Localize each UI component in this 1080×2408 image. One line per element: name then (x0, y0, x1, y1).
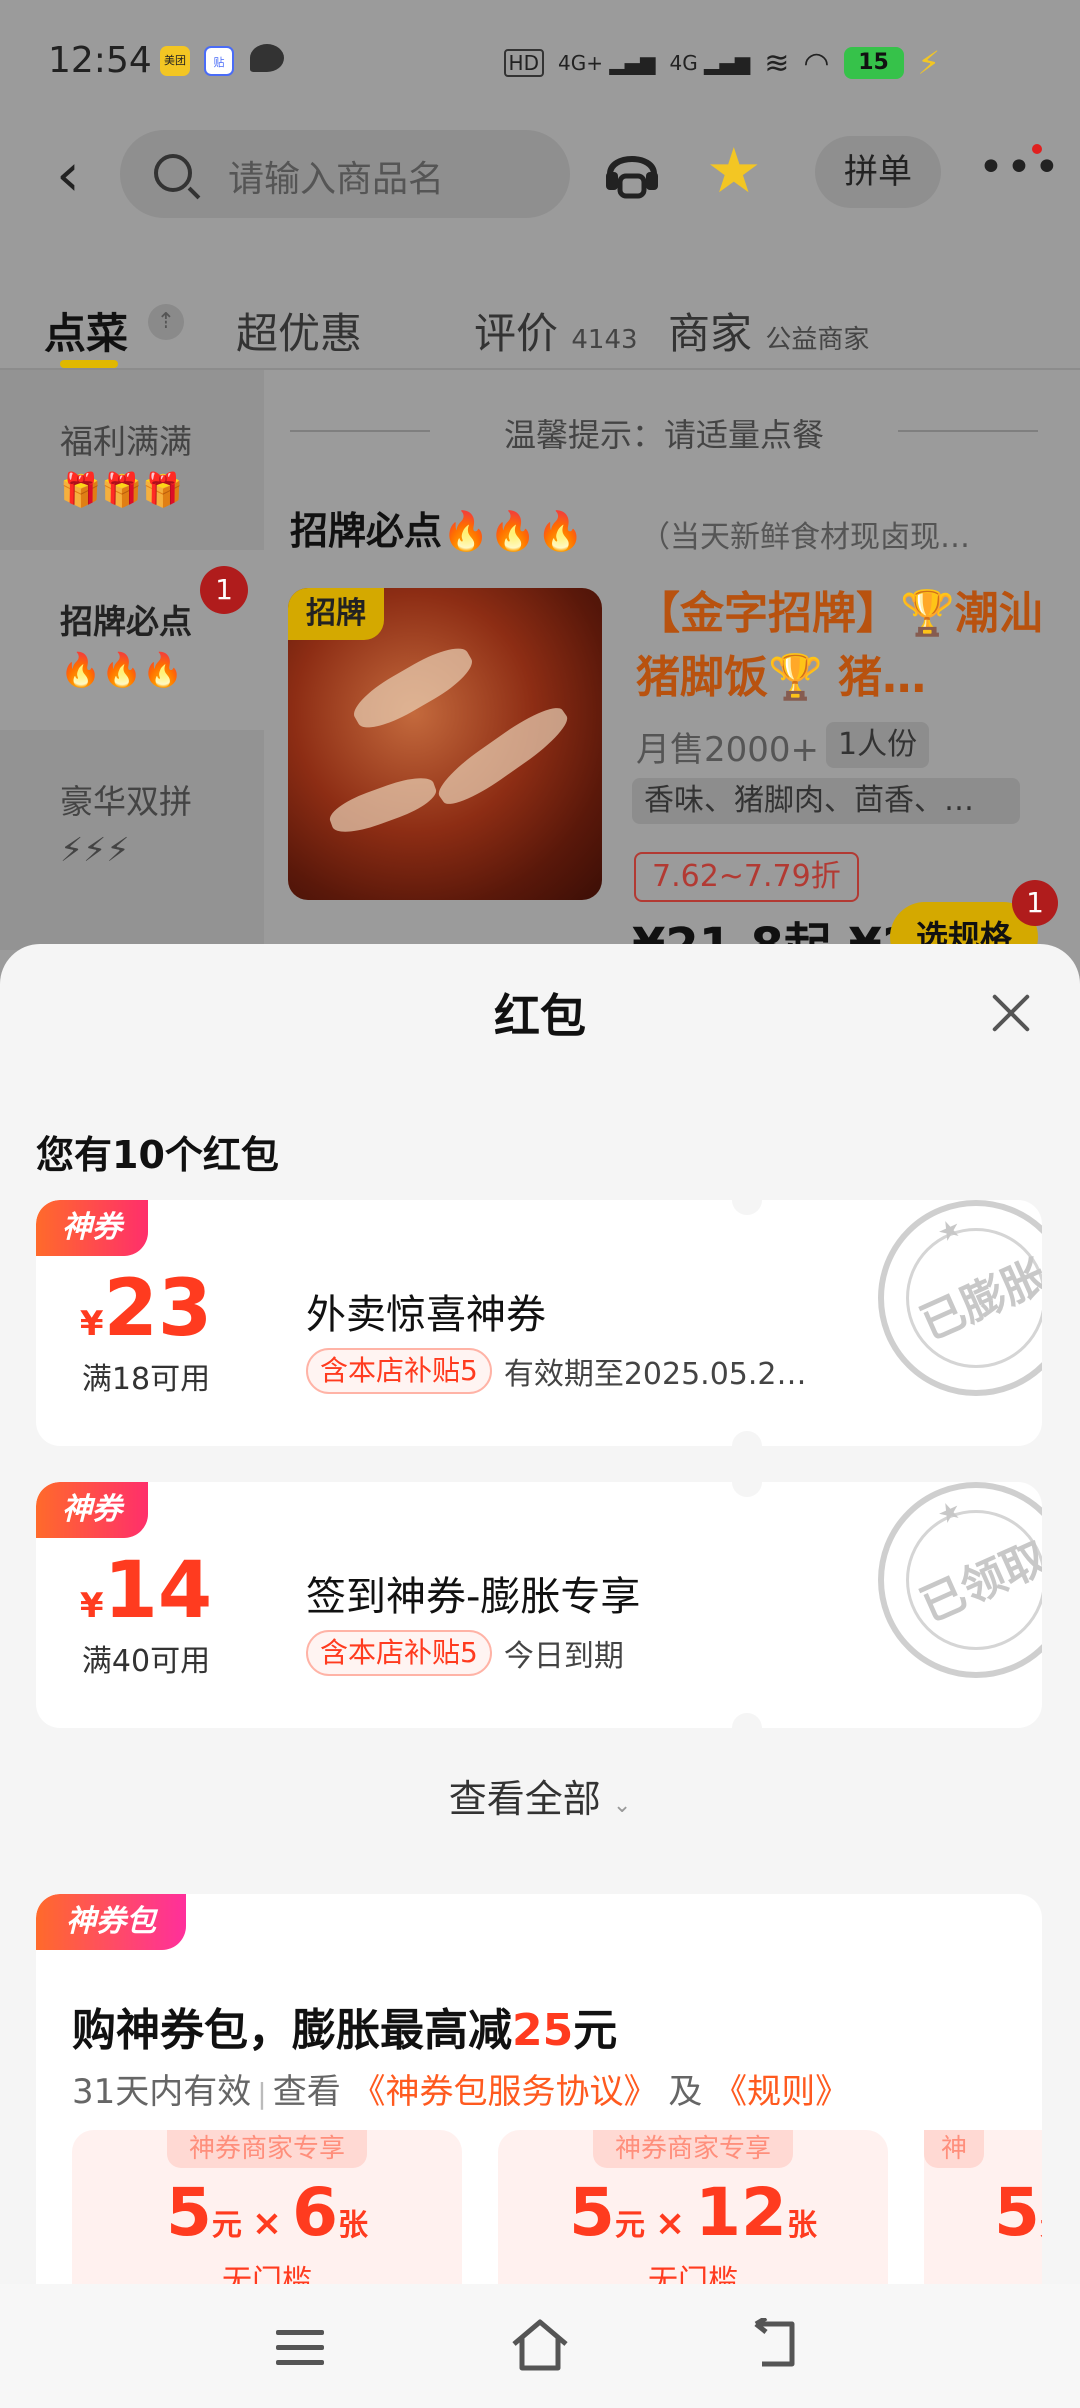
package-subtitle: 31天内有效 | 查看 《神券包服务协议》 及 《规则》 (72, 2072, 850, 2112)
notification-dot (1032, 144, 1042, 154)
coupon-condition: 满40可用 (81, 1644, 211, 1679)
home-icon[interactable] (508, 2314, 572, 2374)
serving-size: 1人份 (826, 722, 930, 768)
review-count: 4143 (571, 325, 638, 355)
coupon-notch (732, 1200, 762, 1215)
sidebar-item-double[interactable]: 豪华双拼 ⚡⚡⚡ (0, 730, 264, 910)
red-packet-sheet: 红包 您有10个红包 神券 ¥23 满18可用 外卖惊喜神券 含本店补贴5 有效… (0, 944, 1080, 2314)
packet-count: 您有10个红包 (36, 1133, 279, 1177)
search-icon (154, 154, 192, 192)
coupon-details: 含本店补贴5 今日到期 (306, 1630, 624, 1676)
tab-active-indicator (60, 360, 118, 368)
tab-reviews[interactable]: 评价 4143 (474, 300, 638, 361)
battery-icon: 15 (843, 47, 904, 79)
discount-badge: 7.62~7.79折 (634, 852, 859, 902)
coupon-name: 签到神券-膨胀专享 (306, 1574, 641, 1620)
menu-icon[interactable] (276, 2330, 324, 2366)
package-badge: 神券包 (36, 1894, 186, 1950)
category-badge: 1 (200, 566, 248, 614)
system-nav-bar (0, 2284, 1080, 2408)
back-icon[interactable]: ‹ (56, 145, 80, 205)
search-placeholder: 请输入商品名 (228, 159, 445, 200)
signature-tag: 招牌 (288, 588, 384, 640)
divider (898, 430, 1038, 432)
back-nav-icon[interactable] (752, 2318, 808, 2370)
section-title: 招牌必点🔥🔥🔥 (290, 509, 584, 553)
status-indicators: HD 4G+ ▂▄▆ 4G ▂▄▆ ≋ ◠ 15 ⚡ (503, 44, 940, 82)
subsidy-tag: 含本店补贴5 (306, 1630, 492, 1676)
coupon-details: 含本店补贴5 有效期至2025.05.2… (306, 1348, 807, 1394)
coupon-badge: 神券 (36, 1482, 148, 1538)
section-description: （当天新鲜食材现卤现… (640, 520, 970, 555)
expanded-stamp: ★ 已膨胀 (878, 1200, 1042, 1396)
coupon-package-card: 神券包 购神券包，膨胀最高减25元 31天内有效 | 查看 《神券包服务协议》 及 … (36, 1894, 1042, 2314)
more-options-icon[interactable]: ••• (978, 146, 1062, 190)
coupon-card[interactable]: 神券 ¥23 满18可用 外卖惊喜神券 含本店补贴5 有效期至2025.05.2… (36, 1200, 1042, 1446)
coupon-badge: 神券 (36, 1200, 148, 1256)
rules-link[interactable]: 《规则》 (713, 2072, 849, 2112)
dish-sales: 月售2000+ (636, 730, 820, 770)
search-input[interactable]: 请输入商品名 (120, 130, 570, 218)
group-order-button[interactable]: 拼单 (815, 136, 941, 208)
sheet-title: 红包 (494, 989, 586, 1043)
cart-count-badge: 1 (1012, 880, 1058, 926)
tab-order[interactable]: 点菜 (44, 300, 128, 361)
coupon-name: 外卖惊喜神券 (306, 1292, 546, 1338)
package-title: 购神券包，膨胀最高减25元 (72, 2005, 618, 2056)
agreement-link[interactable]: 《神券包服务协议》 (352, 2072, 658, 2112)
favorite-star-icon[interactable]: ★ (706, 138, 762, 204)
message-icon (250, 44, 284, 72)
menu-tip: 温馨提示：请适量点餐 (503, 416, 824, 454)
coupon-notch (732, 1713, 762, 1728)
coupon-amount: ¥23 (79, 1264, 213, 1354)
claimed-stamp: ★ 已领取 (878, 1482, 1042, 1678)
dish-name[interactable]: 【金字招牌】🏆潮汕猪脚饭🏆 猪… (636, 582, 1046, 710)
coupon-notch (732, 1482, 762, 1497)
coupon-notch (732, 1431, 762, 1446)
status-bar: 12:54 美团 贴 HD 4G+ ▂▄▆ 4G ▂▄▆ ≋ ◠ 15 ⚡ (0, 0, 1080, 120)
signal-icon-2: 4G ▂▄▆ (669, 51, 751, 75)
meituan-app-icon: 美团 (160, 46, 190, 76)
coupon-amount: ¥14 (79, 1546, 213, 1636)
signal-icon-1: 4G+ ▂▄▆ (557, 51, 656, 75)
hotspot-icon: ≋ (764, 45, 790, 81)
close-icon[interactable] (990, 992, 1032, 1034)
charging-icon: ⚡ (917, 44, 940, 82)
tab-merchant[interactable]: 商家 公益商家 (668, 300, 869, 361)
tab-deals[interactable]: 超优惠 (236, 300, 362, 361)
coupon-condition: 满18可用 (81, 1362, 211, 1397)
hd-icon: HD (503, 49, 544, 77)
coupon-expiry: 今日到期 (503, 1639, 624, 1674)
merchant-sub: 公益商家 (765, 325, 870, 355)
subsidy-tag: 含本店补贴5 (306, 1348, 492, 1394)
view-all-button[interactable]: 查看全部 ⌄ (0, 1768, 1080, 1823)
dish-tags: 香味、猪脚肉、茴香、… (632, 778, 1020, 824)
wifi-icon: ◠ (803, 45, 830, 81)
collapse-up-icon[interactable]: ⇡ (148, 304, 184, 340)
coupon-expiry: 有效期至2025.05.2… (503, 1357, 807, 1392)
tieba-app-icon: 贴 (204, 46, 234, 76)
coupon-card[interactable]: 神券 ¥14 满40可用 签到神券-膨胀专享 含本店补贴5 今日到期 ★ 已领取 (36, 1482, 1042, 1728)
sidebar-item-welfare[interactable]: 福利满满 🎁🎁🎁 (0, 370, 264, 550)
status-time: 12:54 (48, 40, 152, 81)
chevron-down-icon: ⌄ (612, 1793, 632, 1818)
customer-service-icon[interactable] (602, 144, 662, 200)
